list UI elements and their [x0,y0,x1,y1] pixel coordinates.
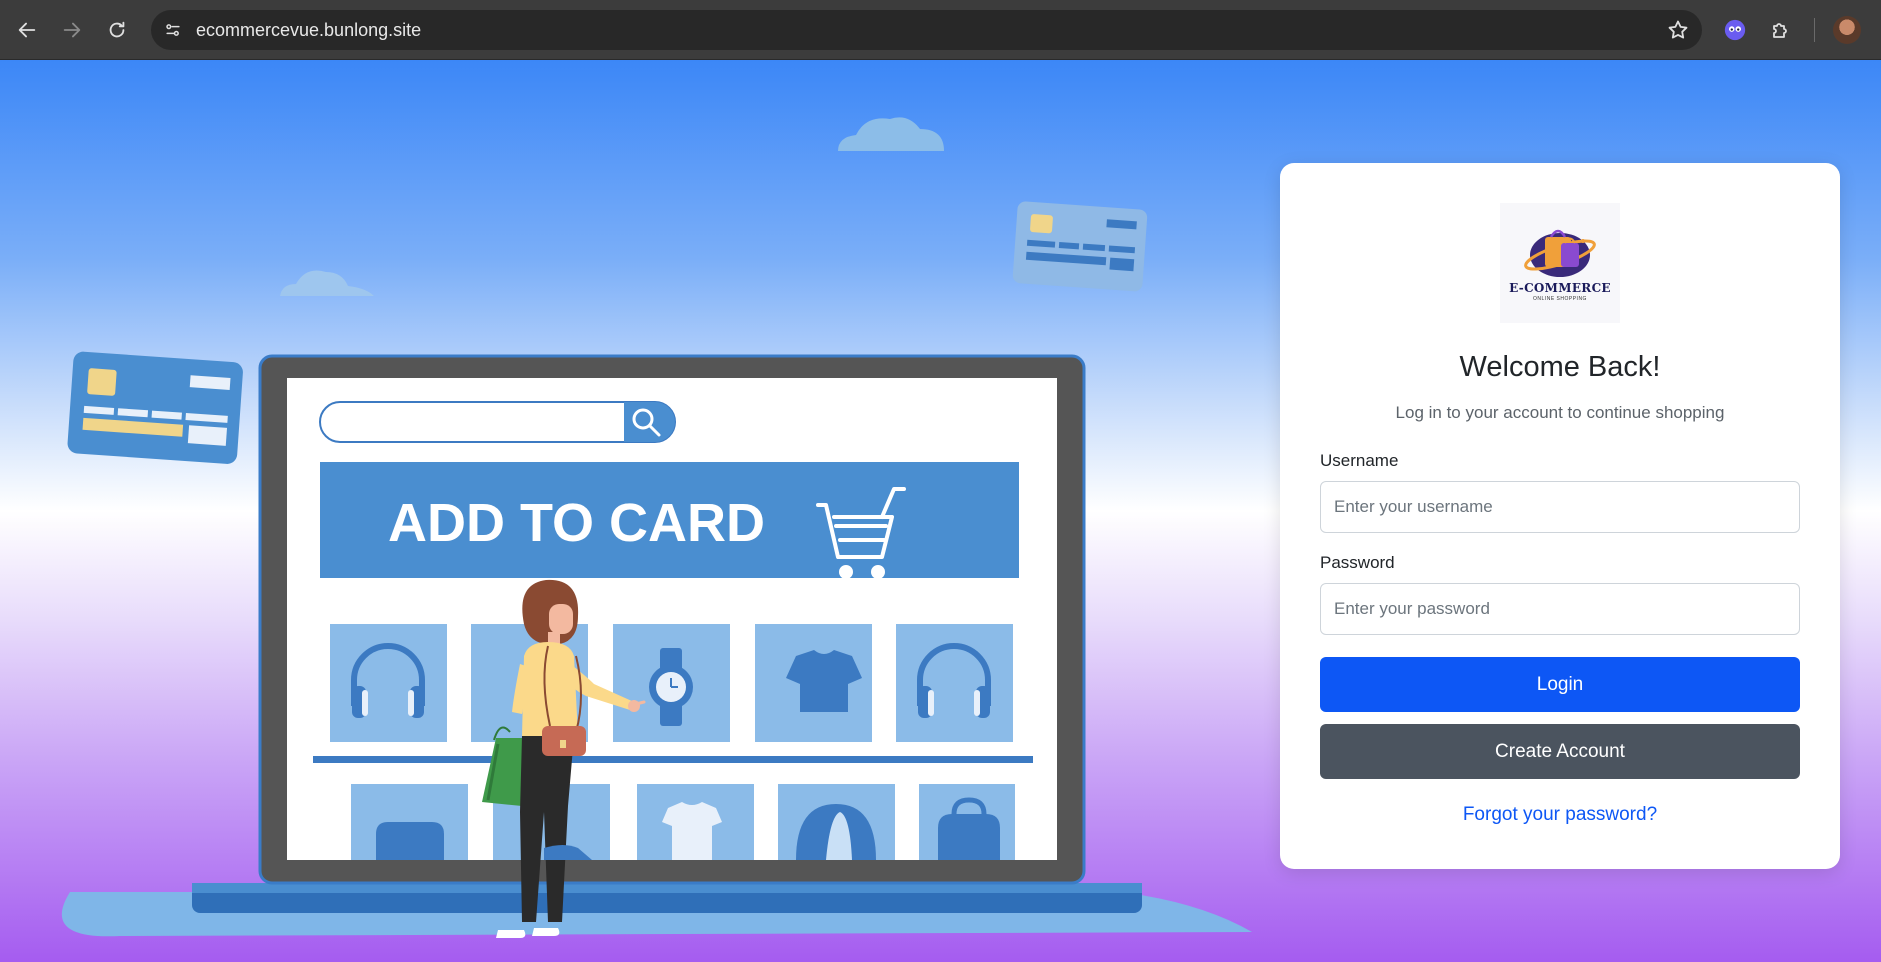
logo-tagline: ONLINE SHOPPING [1533,296,1587,302]
login-button[interactable]: Login [1320,657,1800,712]
puzzle-icon[interactable] [1768,17,1794,43]
back-arrow-icon[interactable] [9,12,45,48]
username-label: Username [1320,451,1399,470]
toolbar-divider [1814,18,1815,42]
credit-card-icon [1012,201,1148,292]
password-label: Password [1320,553,1395,572]
extension-icon[interactable] [1722,17,1748,43]
site-info-icon[interactable] [161,18,185,42]
banner-text: ADD TO CARD [388,493,765,553]
password-input[interactable] [1320,583,1800,635]
logo-brand-text: E-COMMERCE [1509,281,1611,295]
forgot-password-link[interactable]: Forgot your password? [1280,804,1840,826]
address-bar[interactable]: ecommercevue.bunlong.site [151,10,1702,50]
page-title: Welcome Back! [1459,351,1661,383]
create-account-button[interactable]: Create Account [1320,724,1800,779]
login-card: E-COMMERCE ONLINE SHOPPING Welcome Back!… [1280,163,1840,869]
browser-toolbar: ecommercevue.bunlong.site [0,0,1881,60]
url-text[interactable]: ecommercevue.bunlong.site [196,20,421,41]
brand-logo: E-COMMERCE ONLINE SHOPPING [1500,203,1620,323]
forward-arrow-icon[interactable] [54,12,90,48]
credit-card-icon [67,351,243,464]
shopping-bag-globe-icon [1524,229,1596,277]
username-input[interactable] [1320,481,1800,533]
page-background: ADD TO CARD E-COMMERCE ONLINE SHOPPING W… [0,60,1881,962]
page-subtitle: Log in to your account to continue shopp… [1395,403,1725,422]
cloud-icon [838,117,944,151]
shopping-illustration: ADD TO CARD [61,117,1252,938]
profile-avatar[interactable] [1833,16,1861,44]
reload-icon[interactable] [99,12,135,48]
cloud-icon [280,270,374,296]
bookmark-star-icon[interactable] [1666,18,1690,42]
